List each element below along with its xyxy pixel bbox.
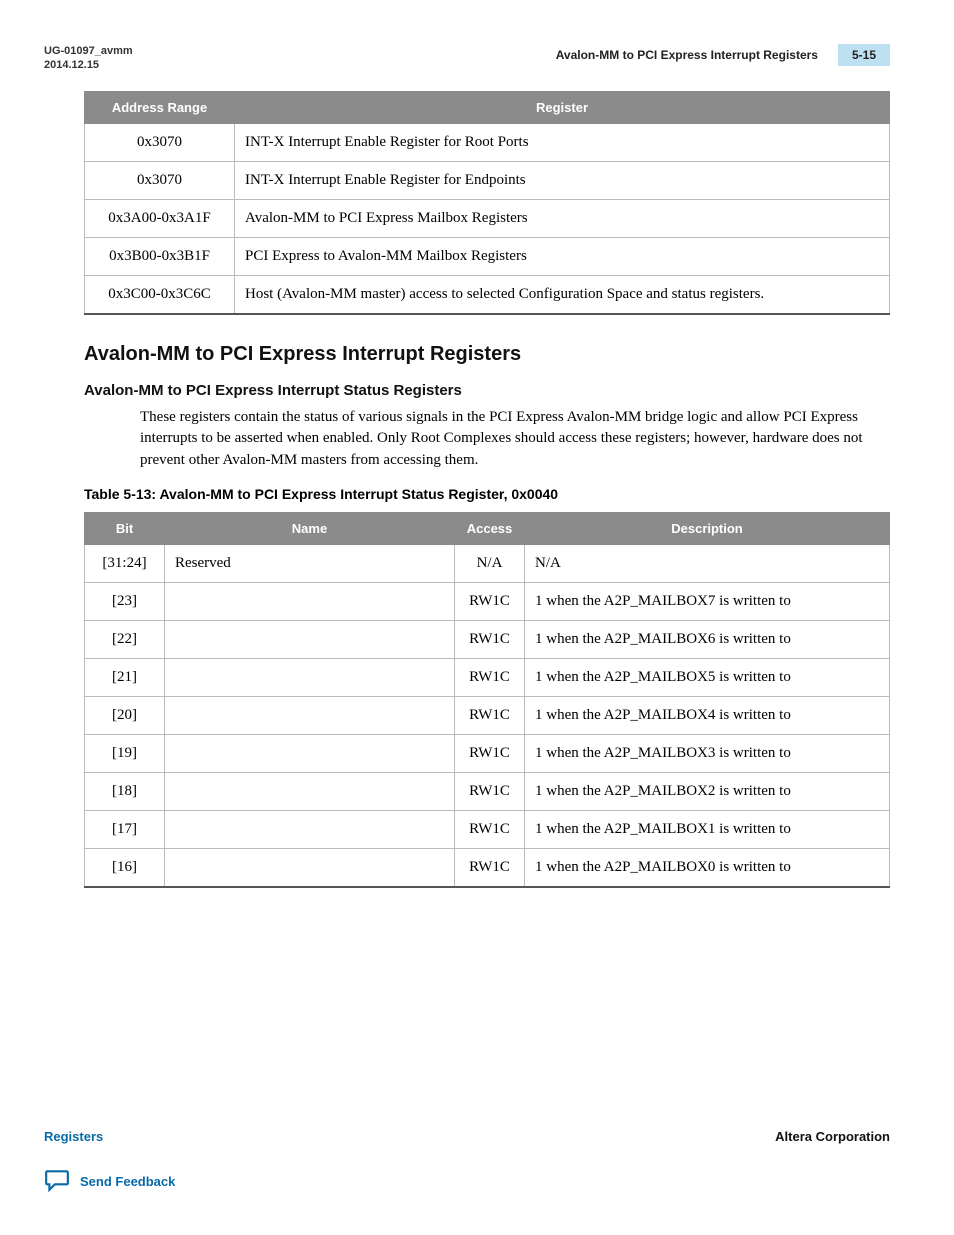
page-footer: Registers Altera Corporation Send Feedba… bbox=[44, 1129, 890, 1195]
table-row: [20] RW1C1 when the A2P_MAILBOX4 is writt… bbox=[85, 696, 890, 734]
table-cell: N/A bbox=[455, 544, 525, 582]
table-cell: 1 when the A2P_MAILBOX4 is written to bbox=[525, 696, 890, 734]
header-right: Avalon-MM to PCI Express Interrupt Regis… bbox=[556, 44, 890, 66]
table-cell: RW1C bbox=[455, 772, 525, 810]
table-cell: [17] bbox=[85, 810, 165, 848]
footer-chapter-link[interactable]: Registers bbox=[44, 1129, 103, 1144]
table-row: [21] RW1C1 when the A2P_MAILBOX5 is writt… bbox=[85, 658, 890, 696]
table-cell: 1 when the A2P_MAILBOX0 is written to bbox=[525, 848, 890, 887]
table-row: [23] RW1C1 when the A2P_MAILBOX7 is writt… bbox=[85, 582, 890, 620]
header-section-title: Avalon-MM to PCI Express Interrupt Regis… bbox=[556, 48, 838, 62]
table-row: 0x3070INT-X Interrupt Enable Register fo… bbox=[85, 123, 890, 161]
table-cell: Avalon-MM to PCI Express Mailbox Registe… bbox=[235, 199, 890, 237]
page-header: UG-01097_avmm 2014.12.15 Avalon-MM to PC… bbox=[44, 44, 890, 73]
table-cell bbox=[165, 658, 455, 696]
table-cell: 1 when the A2P_MAILBOX7 is written to bbox=[525, 582, 890, 620]
table-row: [17] RW1C1 when the A2P_MAILBOX1 is writt… bbox=[85, 810, 890, 848]
table-cell: 1 when the A2P_MAILBOX5 is written to bbox=[525, 658, 890, 696]
table-cell: 0x3B00-0x3B1F bbox=[85, 237, 235, 275]
table-cell bbox=[165, 582, 455, 620]
table-cell: [16] bbox=[85, 848, 165, 887]
table-cell: [21] bbox=[85, 658, 165, 696]
table-cell: RW1C bbox=[455, 734, 525, 772]
section-heading: Avalon-MM to PCI Express Interrupt Regis… bbox=[84, 343, 890, 366]
table-cell: [19] bbox=[85, 734, 165, 772]
table-cell: Host (Avalon-MM master) access to select… bbox=[235, 275, 890, 314]
interrupt-status-table: Bit Name Access Description [31:24]Reser… bbox=[84, 512, 890, 888]
table-row: [31:24]ReservedN/AN/A bbox=[85, 544, 890, 582]
feedback-icon bbox=[44, 1168, 70, 1195]
address-range-table: Address Range Register 0x3070INT-X Inter… bbox=[84, 91, 890, 315]
table-row: 0x3C00-0x3C6CHost (Avalon-MM master) acc… bbox=[85, 275, 890, 314]
table-cell: RW1C bbox=[455, 696, 525, 734]
table-cell: 1 when the A2P_MAILBOX3 is written to bbox=[525, 734, 890, 772]
table-row: 0x3B00-0x3B1FPCI Express to Avalon-MM Ma… bbox=[85, 237, 890, 275]
table-cell: 0x3A00-0x3A1F bbox=[85, 199, 235, 237]
table-cell: N/A bbox=[525, 544, 890, 582]
table-cell: RW1C bbox=[455, 582, 525, 620]
table-cell: RW1C bbox=[455, 848, 525, 887]
table-cell: RW1C bbox=[455, 658, 525, 696]
feedback-label: Send Feedback bbox=[80, 1174, 175, 1189]
table-cell: [23] bbox=[85, 582, 165, 620]
table-cell: Reserved bbox=[165, 544, 455, 582]
table-cell: 1 when the A2P_MAILBOX1 is written to bbox=[525, 810, 890, 848]
table-cell: RW1C bbox=[455, 810, 525, 848]
table-row: [22] RW1C1 when the A2P_MAILBOX6 is writt… bbox=[85, 620, 890, 658]
col-register: Register bbox=[235, 91, 890, 123]
col-description: Description bbox=[525, 512, 890, 544]
doc-id: UG-01097_avmm bbox=[44, 44, 133, 58]
table-cell: INT-X Interrupt Enable Register for Endp… bbox=[235, 161, 890, 199]
table-cell bbox=[165, 734, 455, 772]
table-caption: Table 5-13: Avalon-MM to PCI Express Int… bbox=[84, 486, 890, 502]
table-cell: [18] bbox=[85, 772, 165, 810]
table-row: 0x3A00-0x3A1FAvalon-MM to PCI Express Ma… bbox=[85, 199, 890, 237]
table-cell: [22] bbox=[85, 620, 165, 658]
col-name: Name bbox=[165, 512, 455, 544]
table-cell: 1 when the A2P_MAILBOX2 is written to bbox=[525, 772, 890, 810]
table-cell bbox=[165, 620, 455, 658]
table-cell bbox=[165, 696, 455, 734]
col-bit: Bit bbox=[85, 512, 165, 544]
footer-company: Altera Corporation bbox=[775, 1129, 890, 1144]
table-cell: PCI Express to Avalon-MM Mailbox Registe… bbox=[235, 237, 890, 275]
table-row: [19] RW1C1 when the A2P_MAILBOX3 is writt… bbox=[85, 734, 890, 772]
table-cell: [31:24] bbox=[85, 544, 165, 582]
table-row: 0x3070INT-X Interrupt Enable Register fo… bbox=[85, 161, 890, 199]
table-cell: 1 when the A2P_MAILBOX6 is written to bbox=[525, 620, 890, 658]
table-cell: RW1C bbox=[455, 620, 525, 658]
table-cell bbox=[165, 772, 455, 810]
col-address-range: Address Range bbox=[85, 91, 235, 123]
table-row: [16] RW1C1 when the A2P_MAILBOX0 is writt… bbox=[85, 848, 890, 887]
table-cell: 0x3070 bbox=[85, 161, 235, 199]
table-cell: 0x3070 bbox=[85, 123, 235, 161]
table-row: [18] RW1C1 when the A2P_MAILBOX2 is writt… bbox=[85, 772, 890, 810]
table-cell: INT-X Interrupt Enable Register for Root… bbox=[235, 123, 890, 161]
table-cell bbox=[165, 810, 455, 848]
table-cell bbox=[165, 848, 455, 887]
col-access: Access bbox=[455, 512, 525, 544]
doc-id-block: UG-01097_avmm 2014.12.15 bbox=[44, 44, 133, 73]
body-paragraph: These registers contain the status of va… bbox=[140, 407, 890, 472]
table-cell: 0x3C00-0x3C6C bbox=[85, 275, 235, 314]
table-cell: [20] bbox=[85, 696, 165, 734]
send-feedback-link[interactable]: Send Feedback bbox=[44, 1168, 890, 1195]
doc-date: 2014.12.15 bbox=[44, 58, 133, 72]
subsection-heading: Avalon-MM to PCI Express Interrupt Statu… bbox=[84, 382, 890, 399]
page-number: 5-15 bbox=[838, 44, 890, 66]
